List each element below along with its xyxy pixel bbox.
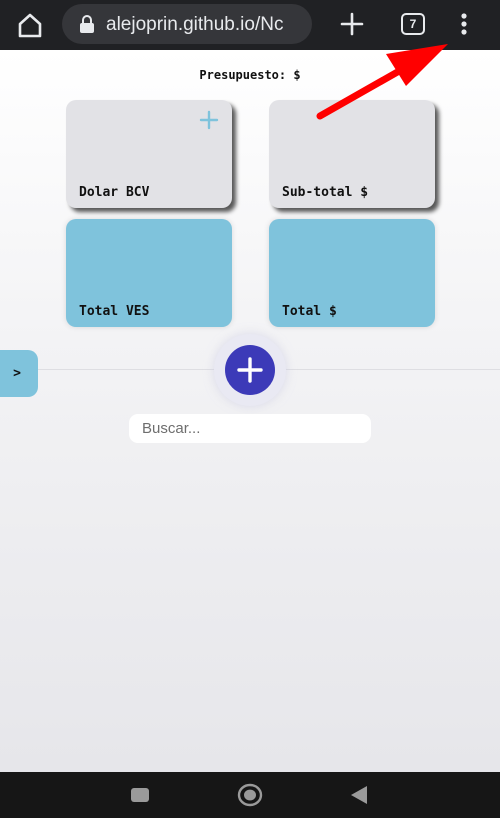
url-text: alejoprin.github.io/Nc — [106, 14, 284, 35]
side-drawer-toggle[interactable]: > — [0, 350, 38, 397]
lock-icon — [79, 15, 95, 33]
back-triangle-icon[interactable] — [349, 785, 369, 805]
search-input[interactable] — [129, 414, 371, 443]
address-bar[interactable]: alejoprin.github.io/Nc — [62, 4, 312, 44]
card-label: Sub-total $ — [282, 185, 369, 200]
add-plus-icon[interactable] — [199, 110, 219, 130]
card-label: Total VES — [79, 304, 150, 319]
home-icon[interactable] — [14, 10, 46, 40]
kebab-menu-icon[interactable] — [452, 10, 476, 38]
android-nav-bar — [0, 772, 500, 818]
plus-icon — [237, 357, 263, 383]
annotation-arrow-icon — [316, 44, 448, 120]
card-total-ves[interactable]: Total VES — [66, 219, 232, 327]
add-item-button[interactable] — [225, 345, 275, 395]
card-label: Total $ — [282, 304, 337, 319]
home-circle-icon[interactable] — [237, 783, 263, 807]
card-label: Dolar BCV — [79, 185, 150, 200]
new-tab-plus-icon[interactable] — [338, 10, 366, 38]
recents-square-icon[interactable] — [131, 788, 149, 802]
card-total-usd[interactable]: Total $ — [269, 219, 435, 327]
card-dolar-bcv[interactable]: Dolar BCV — [66, 100, 232, 208]
tab-switcher-button[interactable]: 7 — [401, 13, 425, 35]
page-content: Presupuesto: $ Dolar BCV Sub-total $ Tot… — [0, 50, 500, 772]
